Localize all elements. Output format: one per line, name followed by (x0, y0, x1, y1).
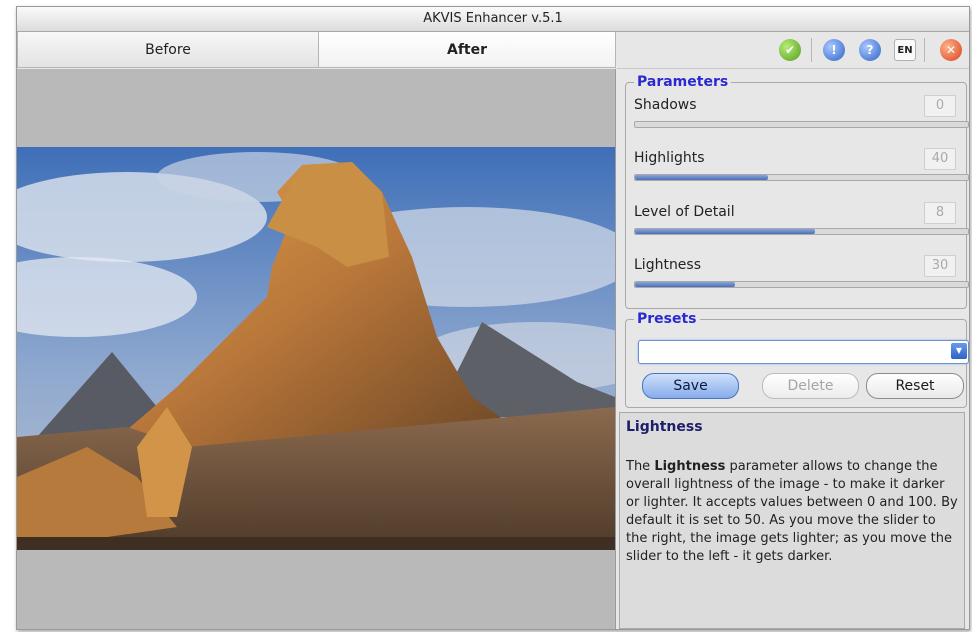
help-icon[interactable]: ? (859, 39, 881, 61)
toolbar-separator (924, 38, 925, 62)
highlights-slider-fill (635, 175, 769, 180)
chevron-down-icon[interactable]: ▼ (951, 343, 967, 359)
presets-select[interactable]: ▼ (638, 340, 969, 364)
shadows-slider[interactable] (634, 121, 969, 128)
sphinx-photo (17, 147, 615, 550)
panel-toolbar: ✔ ! ? EN ✕ (617, 32, 969, 69)
delete-button[interactable]: Delete (762, 373, 859, 399)
level-of-detail-slider-fill (635, 229, 815, 234)
highlights-label: Highlights (634, 150, 705, 166)
help-text-intro: The (626, 459, 655, 474)
tab-before[interactable]: Before (17, 32, 319, 68)
help-text-keyword: Lightness (654, 459, 726, 474)
run-check-icon[interactable]: ✔ (779, 39, 801, 61)
highlights-value[interactable]: 40 (924, 148, 956, 170)
parameters-legend: Parameters (634, 74, 732, 90)
app-window: AKVIS Enhancer v.5.1 Before After ✔ ! ? … (16, 6, 970, 630)
save-button[interactable]: Save (642, 373, 739, 399)
lightness-value[interactable]: 30 (924, 255, 956, 277)
toolbar-separator (811, 38, 812, 62)
language-icon[interactable]: EN (894, 39, 916, 61)
lightness-slider-fill (635, 282, 735, 287)
highlights-slider[interactable] (634, 174, 969, 181)
level-of-detail-slider[interactable] (634, 228, 969, 235)
window-title: AKVIS Enhancer v.5.1 (17, 7, 969, 32)
help-text: The Lightness parameter allows to change… (626, 458, 960, 566)
settings-panel: ✔ ! ? EN ✕ Parameters Shadows 0 Highligh… (617, 32, 969, 629)
tab-after[interactable]: After (318, 32, 616, 68)
image-canvas[interactable] (17, 69, 616, 629)
parameters-group: Parameters Shadows 0 Highlights 40 Level… (625, 74, 969, 309)
level-of-detail-label: Level of Detail (634, 204, 735, 220)
help-text-body: parameter allows to change the overall l… (626, 459, 958, 564)
lightness-label: Lightness (634, 257, 702, 273)
presets-group: Presets ▼ Save Delete Reset (625, 311, 969, 408)
lightness-slider[interactable] (634, 281, 969, 288)
info-icon[interactable]: ! (823, 39, 845, 61)
reset-button[interactable]: Reset (866, 373, 964, 399)
help-panel: Lightness The Lightness parameter allows… (619, 412, 965, 629)
close-icon[interactable]: ✕ (940, 39, 962, 61)
level-of-detail-value[interactable]: 8 (924, 202, 956, 224)
shadows-label: Shadows (634, 97, 697, 113)
help-title: Lightness (626, 419, 703, 435)
shadows-value[interactable]: 0 (924, 95, 956, 117)
presets-legend: Presets (634, 311, 700, 327)
view-tabs: Before After (17, 32, 617, 68)
